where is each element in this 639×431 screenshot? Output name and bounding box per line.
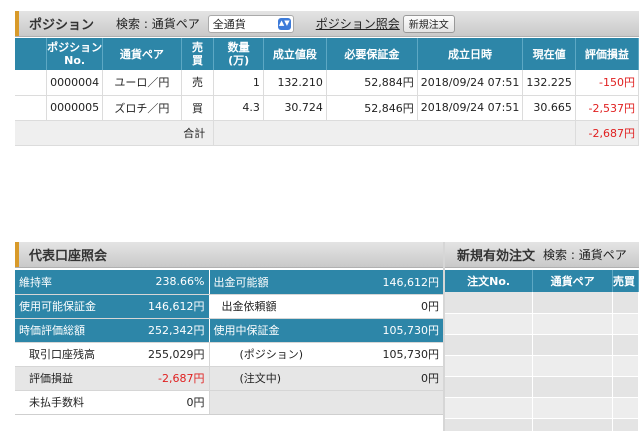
account-row: 時価評価総額 252,342円 使用中保証金 105,730円	[15, 318, 443, 343]
total-pl: -2,687円	[575, 120, 639, 146]
unpaid-fee-label: 未払手数料	[15, 390, 125, 415]
cell-qty: 4.3	[213, 95, 264, 121]
orders-title: 新規有効注文	[457, 249, 536, 264]
table-row	[445, 418, 639, 431]
used-margin-value: 105,730円	[321, 318, 443, 343]
account-bottom-border	[15, 414, 443, 415]
cell-side: 売	[181, 70, 215, 96]
withdrawable-value: 146,612円	[321, 270, 443, 295]
cell-current: 132.225	[522, 70, 576, 96]
usable-margin-value: 146,612円	[125, 294, 210, 319]
valuation-total-label: 時価評価総額	[15, 318, 125, 343]
cell-no: 0000004	[46, 70, 104, 96]
table-row	[445, 355, 639, 377]
col-side: 売 買	[181, 38, 215, 70]
table-row	[445, 292, 639, 314]
col-order-no: 注文No.	[445, 270, 534, 292]
cell-pair: ズロチ／円	[102, 95, 182, 121]
account-table: 維持率 238.66% 出金可能額 146,612円 使用可能保証金 146,6…	[15, 270, 443, 415]
position-search-label: 検索 : 通貨ペア	[116, 17, 200, 31]
cell-margin: 52,846円	[326, 95, 418, 121]
unpaid-fee-value: 0円	[125, 390, 210, 415]
position-margin-value: 105,730円	[321, 342, 443, 367]
maint-rate-label: 維持率	[15, 270, 125, 295]
col-datetime: 成立日時	[417, 38, 524, 70]
col-blank	[15, 38, 48, 70]
cell-pl: -2,537円	[575, 95, 639, 121]
cell-qty: 1	[213, 70, 264, 96]
col-order-side: 売買	[612, 270, 639, 292]
new-order-button[interactable]: 新規注文	[402, 14, 455, 33]
position-inquiry-link[interactable]: ポジション照会	[316, 15, 400, 32]
currency-select[interactable]: 全通貨 ▲▼	[207, 14, 294, 33]
withdraw-request-label: 出金依頼額	[209, 294, 321, 319]
header-accent	[15, 11, 19, 36]
cell-price: 132.210	[263, 70, 327, 96]
account-title: 代表口座照会	[29, 249, 108, 264]
empty-value	[321, 390, 443, 415]
position-table: ポジション No. 通貨ペア 売 買 数量 (万) 成立値段 必要保証金 成立日…	[15, 38, 639, 146]
col-position-no: ポジション No.	[46, 38, 104, 70]
orders-search-label: 検索 : 通貨ペア	[543, 248, 627, 262]
cell-datetime: 2018/09/24 07:51	[417, 70, 524, 96]
select-arrows-icon: ▲▼	[277, 17, 291, 30]
position-margin-label: (ポジション)	[209, 342, 321, 367]
position-header: ポジション 検索 : 通貨ペア 全通貨 ▲▼ ポジション照会 新規注文	[15, 11, 639, 37]
cell-current: 30.665	[522, 95, 576, 121]
total-label: 合計	[15, 120, 215, 146]
account-row: 使用可能保証金 146,612円 出金依頼額 0円	[15, 294, 443, 319]
col-margin: 必要保証金	[326, 38, 418, 70]
valuation-total-value: 252,342円	[125, 318, 210, 343]
col-price: 成立値段	[263, 38, 327, 70]
unrealized-pl-label: 評価損益	[15, 366, 125, 391]
table-row	[445, 334, 639, 356]
table-row	[445, 397, 639, 419]
col-qty: 数量 (万)	[213, 38, 264, 70]
used-margin-label: 使用中保証金	[209, 318, 321, 343]
account-row: 評価損益 -2,687円 (注文中) 0円	[15, 366, 443, 391]
account-balance-label: 取引口座残高	[15, 342, 125, 367]
account-row: 取引口座残高 255,029円 (ポジション) 105,730円	[15, 342, 443, 367]
account-row: 維持率 238.66% 出金可能額 146,612円	[15, 270, 443, 295]
cell-pl: -150円	[575, 70, 639, 96]
maint-rate-value: 238.66%	[125, 270, 210, 295]
order-margin-label: (注文中)	[209, 366, 321, 391]
col-order-pair: 通貨ペア	[532, 270, 614, 292]
col-pair: 通貨ペア	[102, 38, 182, 70]
cell-margin: 52,884円	[326, 70, 418, 96]
cell-price: 30.724	[263, 95, 327, 121]
cell-pair: ユーロ／円	[102, 70, 182, 96]
empty-label	[209, 390, 321, 415]
usable-margin-label: 使用可能保証金	[15, 294, 125, 319]
currency-select-value: 全通貨	[212, 17, 246, 31]
account-header: 代表口座照会	[15, 242, 443, 268]
unrealized-pl-value: -2,687円	[125, 366, 210, 391]
withdrawable-label: 出金可能額	[209, 270, 321, 295]
col-current: 現在値	[522, 38, 576, 70]
cell-side: 買	[181, 95, 215, 121]
col-pl: 評価損益	[575, 38, 639, 70]
account-balance-value: 255,029円	[125, 342, 210, 367]
orders-header: 新規有効注文 検索 : 通貨ペア	[445, 242, 639, 268]
table-row[interactable]: 0000005 ズロチ／円 買 4.3 30.724 52,846円 2018/…	[15, 95, 639, 121]
position-title: ポジション	[29, 18, 95, 33]
cell-no: 0000005	[46, 95, 104, 121]
table-row	[445, 376, 639, 398]
table-row[interactable]: 0000004 ユーロ／円 売 1 132.210 52,884円 2018/0…	[15, 70, 639, 96]
total-row: 合計 -2,687円	[15, 120, 639, 146]
order-margin-value: 0円	[321, 366, 443, 391]
row-checkbox-cell	[15, 70, 48, 96]
orders-table: 注文No. 通貨ペア 売買	[445, 270, 639, 431]
header-accent	[15, 242, 19, 267]
table-row	[445, 313, 639, 335]
cell-datetime: 2018/09/24 07:51	[417, 95, 524, 121]
account-row: 未払手数料 0円	[15, 390, 443, 415]
withdraw-request-value: 0円	[321, 294, 443, 319]
total-spacer	[213, 120, 576, 146]
row-checkbox-cell	[15, 95, 48, 121]
